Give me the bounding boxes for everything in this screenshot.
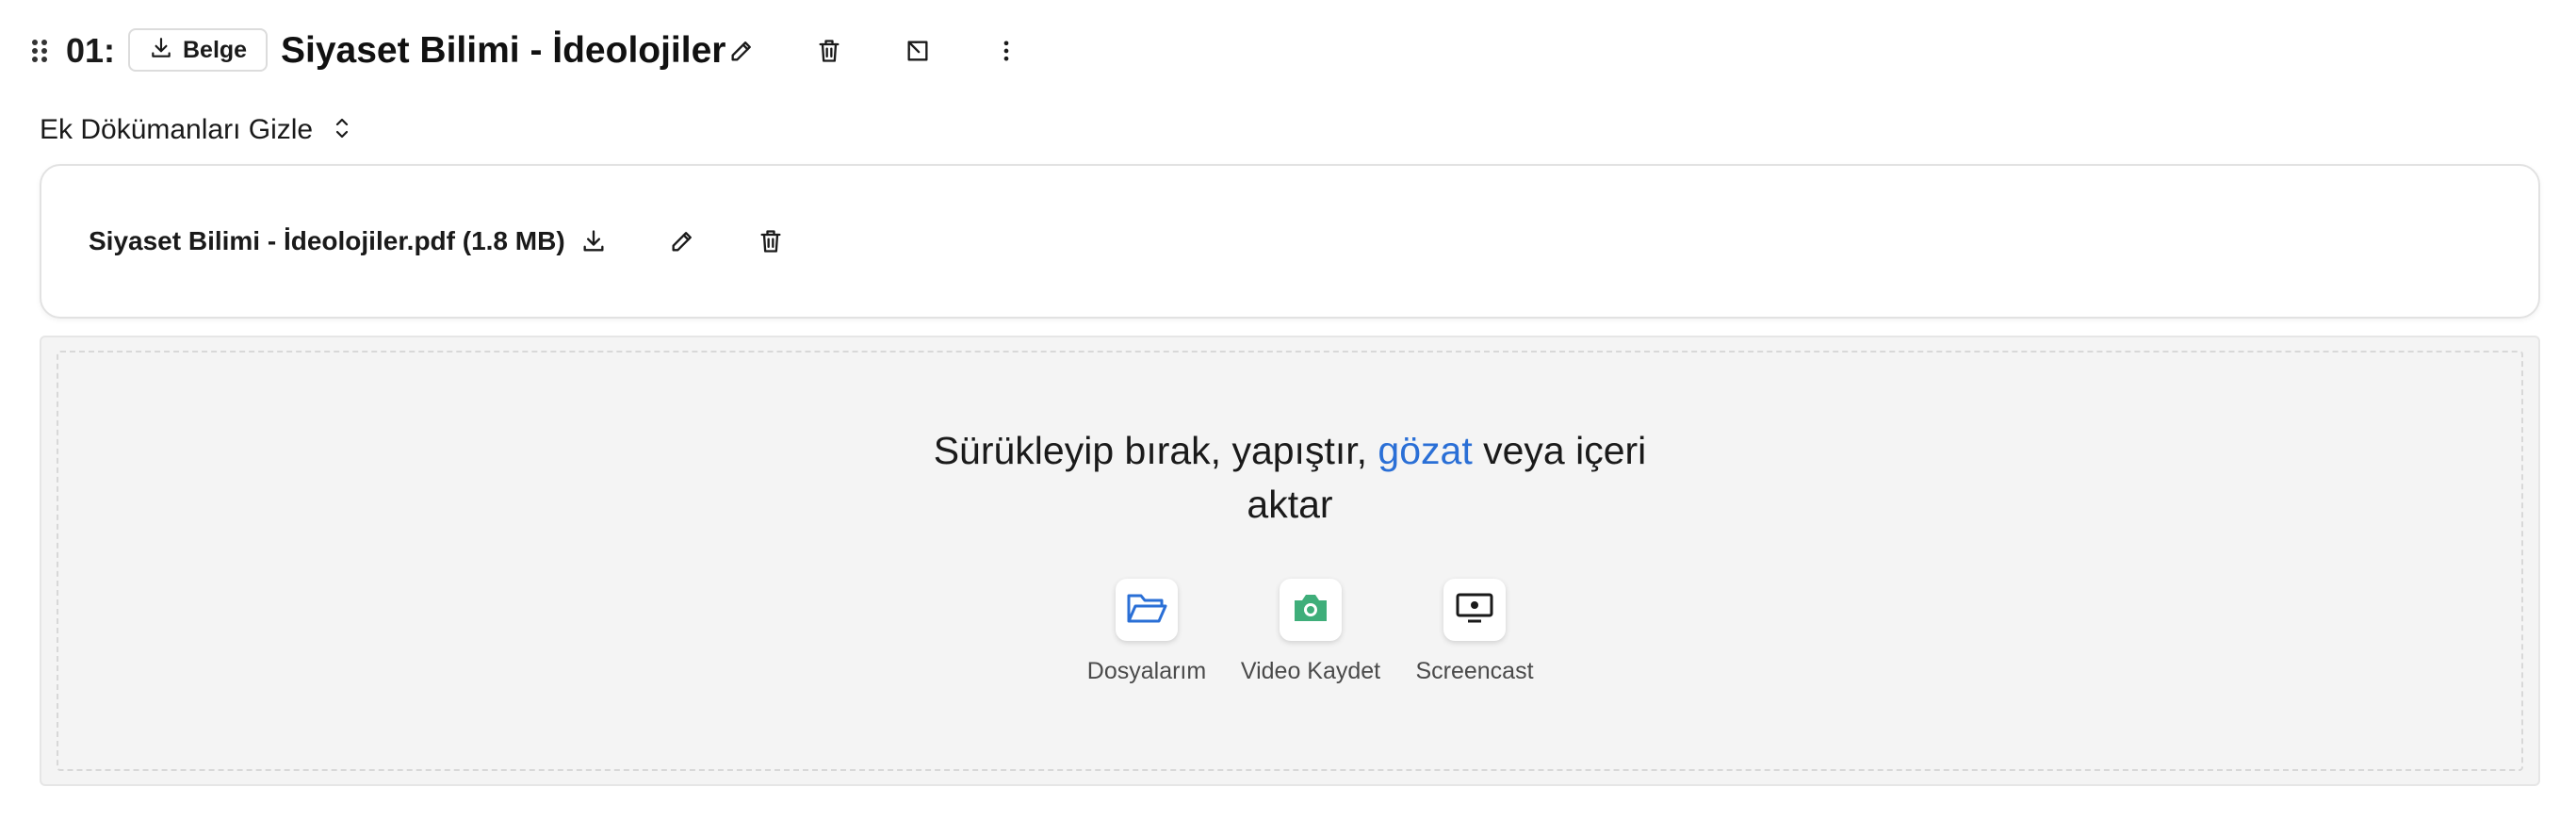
hide-attachments-label: Ek Dökümanları Gizle: [40, 114, 314, 145]
delete-lecture-button[interactable]: [807, 28, 852, 74]
my-files-button[interactable]: Dosyalarım: [1067, 579, 1227, 685]
edit-lecture-button[interactable]: [719, 28, 764, 74]
download-icon: [580, 228, 607, 254]
dropzone-text-start: Sürükleyip bırak, yapıştır,: [933, 429, 1378, 472]
record-video-label: Video Kaydet: [1240, 658, 1381, 684]
download-icon: [149, 36, 173, 65]
camera-icon: [1291, 591, 1330, 630]
dropzone-text-end: veya içeri: [1472, 429, 1647, 472]
folder-open-icon: [1126, 590, 1167, 631]
lecture-title: Siyaset Bilimi - İdeolojiler: [281, 30, 726, 71]
trash-icon: [816, 38, 842, 64]
browse-link[interactable]: gözat: [1378, 429, 1472, 472]
hide-attachments-toggle[interactable]: Ek Dökümanları Gizle: [40, 111, 352, 149]
arrow-up-left-box-icon: [905, 38, 931, 64]
attachment-file-name: Siyaset Bilimi - İdeolojiler.pdf (1.8 MB…: [89, 226, 565, 255]
pencil-icon: [728, 38, 755, 64]
delete-attachment-button[interactable]: [748, 219, 793, 264]
record-video-tile: [1280, 579, 1342, 641]
upload-dropzone[interactable]: Sürükleyip bırak, yapıştır, gözat veya i…: [40, 336, 2540, 786]
dropzone-instructions: Sürükleyip bırak, yapıştır, gözat veya i…: [58, 424, 2521, 532]
dropzone-dashed-area: Sürükleyip bırak, yapıştır, gözat veya i…: [57, 351, 2523, 771]
drag-handle-icon[interactable]: [30, 38, 49, 64]
more-vertical-icon: [993, 38, 1019, 64]
my-files-tile: [1116, 579, 1178, 641]
lecture-number: 01:: [66, 31, 116, 70]
type-chip-label: Belge: [183, 36, 248, 63]
chevron-up-down-icon: [332, 116, 352, 145]
download-attachment-button[interactable]: [571, 219, 616, 264]
more-options-button[interactable]: [984, 28, 1029, 74]
screencast-label: Screencast: [1415, 658, 1534, 684]
trash-icon: [758, 228, 784, 254]
attachment-card: Siyaset Bilimi - İdeolojiler.pdf (1.8 MB…: [40, 164, 2540, 319]
edit-attachment-button[interactable]: [660, 219, 705, 264]
screencast-button[interactable]: Screencast: [1394, 579, 1555, 685]
dropzone-text-line2: aktar: [1247, 483, 1333, 526]
record-video-button[interactable]: Video Kaydet: [1231, 579, 1391, 685]
pencil-icon: [669, 228, 695, 254]
download-document-button[interactable]: Belge: [128, 28, 269, 72]
open-lecture-button[interactable]: [895, 28, 940, 74]
lecture-header: 01: Belge Siyaset Bilimi - İdeolojiler: [0, 0, 2576, 102]
my-files-label: Dosyalarım: [1086, 658, 1207, 684]
monitor-icon: [1455, 591, 1494, 630]
screencast-tile: [1443, 579, 1506, 641]
